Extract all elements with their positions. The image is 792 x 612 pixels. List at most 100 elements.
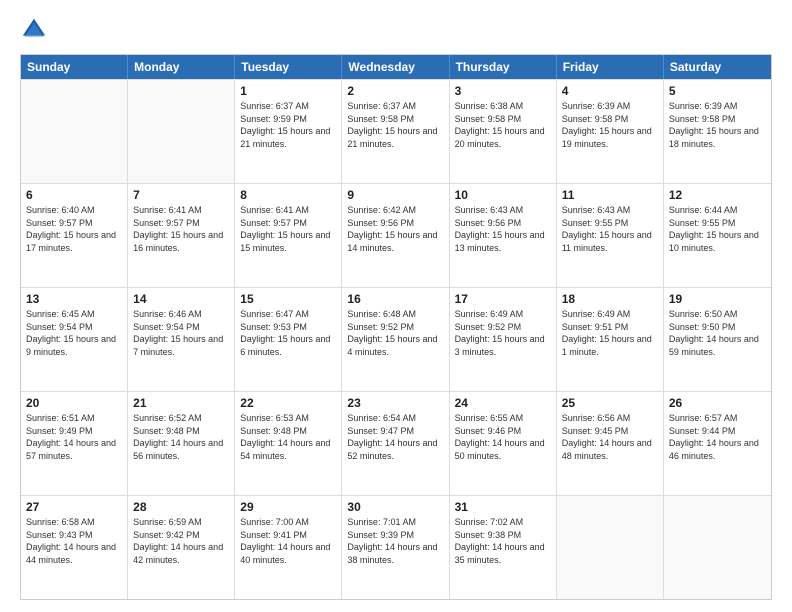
day-number: 10 [455,188,551,202]
day-info: Sunrise: 6:37 AM Sunset: 9:58 PM Dayligh… [347,100,443,150]
calendar-cell: 14 Sunrise: 6:46 AM Sunset: 9:54 PM Dayli… [128,288,235,391]
day-number: 26 [669,396,766,410]
header [20,16,772,44]
day-info: Sunrise: 6:41 AM Sunset: 9:57 PM Dayligh… [133,204,229,254]
calendar-cell: 2Sunrise: 6:37 AM Sunset: 9:58 PM Daylig… [342,80,449,183]
day-info: Sunrise: 6:39 AM Sunset: 9:58 PM Dayligh… [562,100,658,150]
day-number: 11 [562,188,658,202]
day-info: Sunrise: 6:51 AM Sunset: 9:49 PM Dayligh… [26,412,122,462]
day-number: 9 [347,188,443,202]
header-day-sunday: Sunday [21,55,128,79]
calendar-cell: 15Sunrise: 6:47 AM Sunset: 9:53 PM Dayli… [235,288,342,391]
day-number: 22 [240,396,336,410]
calendar-cell [128,80,235,183]
day-info: Sunrise: 6:41 AM Sunset: 9:57 PM Dayligh… [240,204,336,254]
calendar-cell: 20Sunrise: 6:51 AM Sunset: 9:49 PM Dayli… [21,392,128,495]
day-info: Sunrise: 7:02 AM Sunset: 9:38 PM Dayligh… [455,516,551,566]
day-number: 1 [240,84,336,98]
calendar-cell: 10 Sunrise: 6:43 AM Sunset: 9:56 PM Dayli… [450,184,557,287]
day-info: Sunrise: 6:54 AM Sunset: 9:47 PM Dayligh… [347,412,443,462]
day-number: 14 [133,292,229,306]
day-number: 16 [347,292,443,306]
calendar-week-1: 1 Sunrise: 6:37 AM Sunset: 9:59 PM Daylig… [21,79,771,183]
header-day-tuesday: Tuesday [235,55,342,79]
day-info: Sunrise: 6:46 AM Sunset: 9:54 PM Dayligh… [133,308,229,358]
calendar-cell: 28Sunrise: 6:59 AM Sunset: 9:42 PM Dayli… [128,496,235,599]
day-info: Sunrise: 6:49 AM Sunset: 9:52 PM Dayligh… [455,308,551,358]
day-number: 27 [26,500,122,514]
calendar-cell: 8 Sunrise: 6:41 AM Sunset: 9:57 PM Daylig… [235,184,342,287]
calendar-cell: 6 Sunrise: 6:40 AM Sunset: 9:57 PM Daylig… [21,184,128,287]
header-day-thursday: Thursday [450,55,557,79]
calendar-cell: 12 Sunrise: 6:44 AM Sunset: 9:55 PM Dayli… [664,184,771,287]
day-info: Sunrise: 6:50 AM Sunset: 9:50 PM Dayligh… [669,308,766,358]
calendar-week-5: 27 Sunrise: 6:58 AM Sunset: 9:43 PM Dayli… [21,495,771,599]
calendar-cell: 21 Sunrise: 6:52 AM Sunset: 9:48 PM Dayli… [128,392,235,495]
day-info: Sunrise: 6:56 AM Sunset: 9:45 PM Dayligh… [562,412,658,462]
day-info: Sunrise: 6:40 AM Sunset: 9:57 PM Dayligh… [26,204,122,254]
calendar-cell: 16 Sunrise: 6:48 AM Sunset: 9:52 PM Dayli… [342,288,449,391]
header-day-monday: Monday [128,55,235,79]
page: SundayMondayTuesdayWednesdayThursdayFrid… [0,0,792,612]
day-info: Sunrise: 6:48 AM Sunset: 9:52 PM Dayligh… [347,308,443,358]
day-number: 12 [669,188,766,202]
day-info: Sunrise: 6:42 AM Sunset: 9:56 PM Dayligh… [347,204,443,254]
day-info: Sunrise: 6:57 AM Sunset: 9:44 PM Dayligh… [669,412,766,462]
day-info: Sunrise: 6:44 AM Sunset: 9:55 PM Dayligh… [669,204,766,254]
day-number: 8 [240,188,336,202]
calendar-cell: 3 Sunrise: 6:38 AM Sunset: 9:58 PM Daylig… [450,80,557,183]
day-number: 7 [133,188,229,202]
logo [20,16,52,44]
calendar-cell: 5 Sunrise: 6:39 AM Sunset: 9:58 PM Daylig… [664,80,771,183]
day-number: 13 [26,292,122,306]
day-info: Sunrise: 6:52 AM Sunset: 9:48 PM Dayligh… [133,412,229,462]
day-number: 6 [26,188,122,202]
header-day-saturday: Saturday [664,55,771,79]
day-number: 31 [455,500,551,514]
day-info: Sunrise: 6:58 AM Sunset: 9:43 PM Dayligh… [26,516,122,566]
calendar-cell: 27 Sunrise: 6:58 AM Sunset: 9:43 PM Dayli… [21,496,128,599]
calendar-cell: 11 Sunrise: 6:43 AM Sunset: 9:55 PM Dayli… [557,184,664,287]
calendar-cell: 24 Sunrise: 6:55 AM Sunset: 9:46 PM Dayli… [450,392,557,495]
header-day-wednesday: Wednesday [342,55,449,79]
calendar-cell [664,496,771,599]
day-info: Sunrise: 6:38 AM Sunset: 9:58 PM Dayligh… [455,100,551,150]
calendar-cell: 23Sunrise: 6:54 AM Sunset: 9:47 PM Dayli… [342,392,449,495]
day-number: 4 [562,84,658,98]
calendar-header: SundayMondayTuesdayWednesdayThursdayFrid… [21,55,771,79]
day-number: 24 [455,396,551,410]
day-info: Sunrise: 6:45 AM Sunset: 9:54 PM Dayligh… [26,308,122,358]
day-info: Sunrise: 6:39 AM Sunset: 9:58 PM Dayligh… [669,100,766,150]
day-info: Sunrise: 6:43 AM Sunset: 9:56 PM Dayligh… [455,204,551,254]
day-number: 3 [455,84,551,98]
day-info: Sunrise: 6:49 AM Sunset: 9:51 PM Dayligh… [562,308,658,358]
day-number: 15 [240,292,336,306]
calendar-cell: 30 Sunrise: 7:01 AM Sunset: 9:39 PM Dayli… [342,496,449,599]
calendar-week-2: 6 Sunrise: 6:40 AM Sunset: 9:57 PM Daylig… [21,183,771,287]
calendar-cell: 22Sunrise: 6:53 AM Sunset: 9:48 PM Dayli… [235,392,342,495]
calendar-cell: 17 Sunrise: 6:49 AM Sunset: 9:52 PM Dayli… [450,288,557,391]
day-info: Sunrise: 6:43 AM Sunset: 9:55 PM Dayligh… [562,204,658,254]
day-info: Sunrise: 7:01 AM Sunset: 9:39 PM Dayligh… [347,516,443,566]
header-day-friday: Friday [557,55,664,79]
day-info: Sunrise: 7:00 AM Sunset: 9:41 PM Dayligh… [240,516,336,566]
calendar-cell: 18Sunrise: 6:49 AM Sunset: 9:51 PM Dayli… [557,288,664,391]
calendar-cell: 19 Sunrise: 6:50 AM Sunset: 9:50 PM Dayli… [664,288,771,391]
calendar-cell: 9 Sunrise: 6:42 AM Sunset: 9:56 PM Daylig… [342,184,449,287]
day-info: Sunrise: 6:37 AM Sunset: 9:59 PM Dayligh… [240,100,336,150]
calendar-cell: 4 Sunrise: 6:39 AM Sunset: 9:58 PM Daylig… [557,80,664,183]
day-info: Sunrise: 6:55 AM Sunset: 9:46 PM Dayligh… [455,412,551,462]
day-number: 28 [133,500,229,514]
calendar-cell: 26 Sunrise: 6:57 AM Sunset: 9:44 PM Dayli… [664,392,771,495]
day-number: 5 [669,84,766,98]
day-number: 29 [240,500,336,514]
day-number: 19 [669,292,766,306]
calendar-cell: 29 Sunrise: 7:00 AM Sunset: 9:41 PM Dayli… [235,496,342,599]
day-number: 17 [455,292,551,306]
day-number: 30 [347,500,443,514]
calendar-cell: 31 Sunrise: 7:02 AM Sunset: 9:38 PM Dayli… [450,496,557,599]
day-number: 21 [133,396,229,410]
calendar-body: 1 Sunrise: 6:37 AM Sunset: 9:59 PM Daylig… [21,79,771,599]
day-number: 25 [562,396,658,410]
calendar-cell [557,496,664,599]
